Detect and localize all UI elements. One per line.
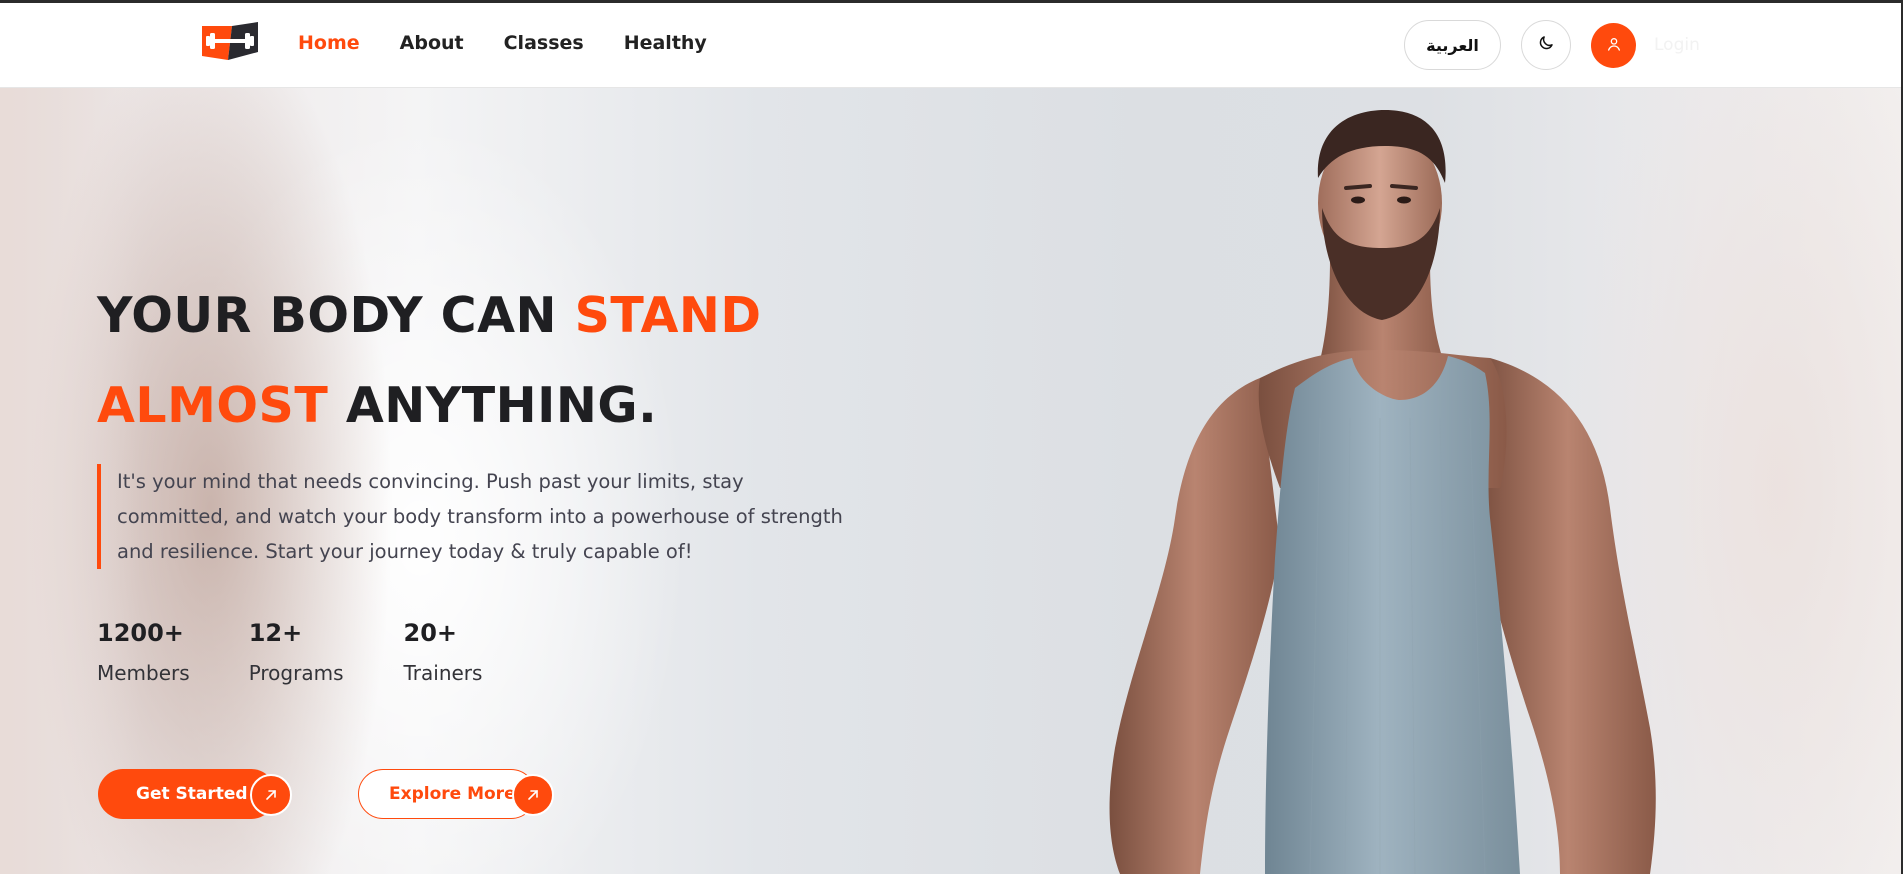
logo[interactable]	[202, 22, 258, 60]
headline-text-2: ANYTHING.	[328, 376, 658, 434]
stat-label: Members	[97, 661, 190, 685]
explore-more-button[interactable]: Explore More	[358, 769, 555, 819]
hero-athlete-image	[1090, 88, 1730, 874]
page: Home About Classes Healthy العربية Login	[0, 0, 1903, 874]
user-icon	[1606, 36, 1622, 56]
explore-more-label: Explore More	[358, 769, 536, 819]
stat-trainers: 20+ Trainers	[404, 618, 483, 686]
stat-label: Trainers	[403, 661, 483, 685]
nav-link-classes[interactable]: Classes	[504, 32, 584, 54]
hero-description: It's your mind that needs convincing. Pu…	[97, 463, 857, 569]
stat-label: Programs	[248, 661, 344, 685]
moon-icon	[1537, 34, 1555, 56]
arrow-up-right-icon	[250, 774, 292, 816]
hero-stats: 1200+ Members 12+ Programs 20+ Trainers	[97, 618, 541, 686]
stat-value: 12+	[248, 619, 303, 647]
arrow-up-right-icon	[512, 774, 554, 816]
language-toggle-button[interactable]: العربية	[1404, 20, 1501, 70]
stat-value: 1200+	[97, 619, 184, 647]
nav-link-about[interactable]: About	[400, 32, 464, 54]
get-started-button[interactable]: Get Started	[98, 769, 293, 819]
nav-link-healthy[interactable]: Healthy	[624, 32, 707, 54]
hero-section: YOUR BODY CAN STAND ALMOST ANYTHING. It'…	[0, 88, 1901, 874]
theme-toggle-button[interactable]	[1521, 20, 1571, 70]
navbar: Home About Classes Healthy العربية Login	[0, 3, 1901, 88]
nav-link-home[interactable]: Home	[298, 32, 360, 54]
headline-accent-1: STAND	[574, 286, 762, 344]
stat-members: 1200+ Members	[97, 618, 190, 686]
headline-text-1: YOUR BODY CAN	[97, 286, 575, 344]
user-account-button[interactable]	[1591, 23, 1636, 68]
stat-value: 20+	[403, 619, 458, 647]
stat-programs: 12+ Programs	[249, 618, 344, 686]
headline-accent-2: ALMOST	[97, 376, 329, 434]
main-nav: Home About Classes Healthy	[298, 32, 707, 54]
hero-headline: YOUR BODY CAN STAND ALMOST ANYTHING.	[97, 271, 857, 451]
login-link[interactable]: Login	[1654, 35, 1700, 55]
